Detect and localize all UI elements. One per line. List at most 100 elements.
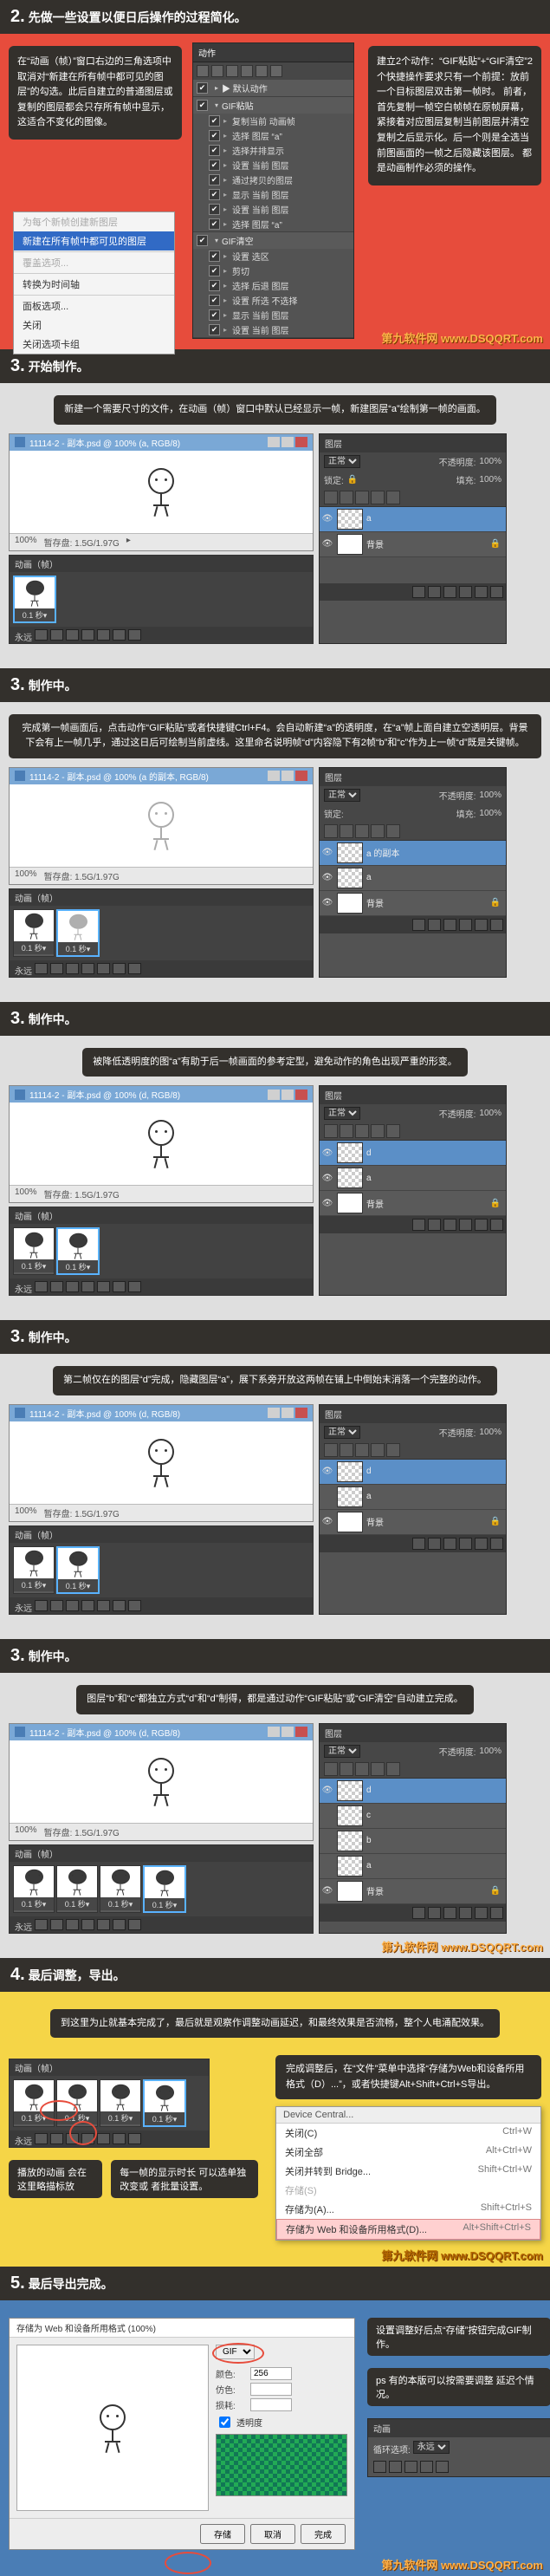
mask-icon[interactable] — [428, 586, 441, 598]
layer-c[interactable]: c — [320, 1804, 506, 1829]
prev-frame-icon[interactable] — [50, 629, 63, 641]
maximize-icon[interactable] — [281, 437, 294, 447]
step4-heading: 4.最后调整，导出。 — [0, 1958, 550, 1992]
next-frame-icon[interactable] — [420, 2461, 433, 2473]
animation-panel: 动画（帧） 0.1 秒▾ 永远 — [9, 555, 314, 644]
next-frame-icon[interactable] — [81, 629, 94, 641]
close-icon[interactable] — [295, 437, 307, 447]
step2-note-right: 建立2个动作：“GIF粘贴”+“GIF清空”2个快捷操作要求只有一个前提：放前一… — [368, 46, 541, 185]
save-for-web-dialog: 存储为 Web 和设备所用格式 (100%) GIF 颜色: 仿色: 损耗: 透… — [9, 2318, 355, 2550]
frame-2[interactable]: 0.1 秒▾ — [56, 909, 100, 957]
callout-delay: 每一帧的显示时长 可以选单独改变或 者批量设置。 — [111, 2160, 258, 2198]
export-preview — [16, 2345, 209, 2511]
document-window: 11114-2 - 副本.psd @ 100% (a, RGB/8) 100%暂… — [9, 433, 314, 551]
step5-body: 存储为 Web 和设备所用格式 (100%) GIF 颜色: 仿色: 损耗: 透… — [0, 2300, 550, 2576]
step3-note-0: 新建一个需要尺寸的文件，在动画（帧）窗口中默认已经显示一帧，新建图层“a”绘制第… — [54, 395, 495, 425]
layer-bg[interactable]: 👁背景🔒 — [320, 532, 506, 557]
menu-item-new-layer-visible[interactable]: 新建在所有帧中都可见的图层 — [14, 231, 174, 250]
menu-item[interactable]: 覆盖选项... — [14, 253, 174, 272]
actions-panel: 动作 ✔▸▶ 默认动作 ✔▾GIF粘贴 ✔▸复制当前 动画帧 ✔▸选择 图层 “… — [192, 42, 354, 339]
menu-save[interactable]: 存储(S) — [276, 2181, 540, 2200]
fx-icon[interactable] — [412, 586, 425, 598]
play-icon[interactable] — [404, 2461, 417, 2473]
menu-close[interactable]: 关闭(C)Ctrl+W — [276, 2124, 540, 2143]
new-layer-icon[interactable] — [475, 586, 488, 598]
frame-4[interactable]: 0.1 秒▾ — [143, 1865, 186, 1913]
animation-panel-menu[interactable]: 为每个新帧创建新图层 新建在所有帧中都可见的图层 覆盖选项... 转换为时间轴 … — [13, 211, 175, 355]
menu-item[interactable]: 面板选项... — [14, 296, 174, 315]
step5-heading: 5.最后导出完成。 — [0, 2267, 550, 2300]
highlight-circle — [69, 2121, 97, 2145]
menu-save-as[interactable]: 存储为(A)...Shift+Ctrl+S — [276, 2200, 540, 2219]
step5-note-2: ps 有的本版可以按需要调整 延迟个情况。 — [367, 2368, 550, 2406]
frame-3[interactable]: 0.1 秒▾ — [100, 1865, 141, 1913]
prev-frame-icon[interactable] — [389, 2461, 402, 2473]
step2-body: 在“动画（帧）”窗口右边的三角选项中取消对“新建在所有帧中都可见的图层”的勾选。… — [0, 34, 550, 349]
action-set-gif-clear[interactable]: ✔▾GIF清空 — [193, 232, 353, 249]
default-actions-folder[interactable]: ✔▸▶ 默认动作 — [193, 80, 353, 96]
dialog-title: 存储为 Web 和设备所用格式 (100%) — [16, 2321, 156, 2334]
done-button[interactable]: 完成 — [301, 2524, 346, 2544]
layer-d[interactable]: 👁d — [320, 1141, 506, 1166]
animation-tab[interactable]: 动画（帧） — [10, 556, 313, 572]
trash-icon[interactable] — [490, 586, 503, 598]
step5-note-1: 设置调整好后点“存储”按钮完成GIF制作。 — [367, 2318, 550, 2356]
adjust-icon[interactable] — [459, 586, 472, 598]
save-button[interactable]: 存储 — [200, 2524, 245, 2544]
highlight-circle — [212, 2343, 264, 2364]
layer-d[interactable]: 👁d — [320, 1779, 506, 1804]
new-frame-icon[interactable] — [113, 629, 126, 641]
step2-note-left: 在“动画（帧）”窗口右边的三角选项中取消对“新建在所有帧中都可见的图层”的勾选。… — [9, 46, 182, 140]
highlight-circle — [165, 2552, 211, 2574]
delete-frame-icon[interactable] — [128, 629, 141, 641]
step2-heading: 2.先做一些设置以便日后操作的过程简化。 — [0, 0, 550, 34]
doc-title: 11114-2 - 副本.psd @ 100% (a, RGB/8) — [29, 436, 180, 449]
menu-item[interactable]: 关闭选项卡组 — [14, 335, 174, 354]
layers-tab[interactable]: 图层 — [320, 434, 506, 452]
step3-heading-1: 3.制作中。 — [0, 668, 550, 702]
menu-item[interactable]: 关闭 — [14, 315, 174, 335]
layer-a-copy[interactable]: 👁a 的副本 — [320, 841, 506, 866]
frame-2[interactable]: 0.1 秒▾ — [56, 1865, 98, 1913]
frame-1[interactable]: 0.1 秒▾ — [13, 1865, 55, 1913]
callout-play: 播放的动画 会在这里略描标放 — [9, 2160, 102, 2198]
ps-icon — [15, 437, 25, 447]
menu-save-for-web[interactable]: 存储为 Web 和设备所用格式(D)...Alt+Shift+Ctrl+S — [276, 2219, 540, 2240]
step3-body-0: 新建一个需要尺寸的文件，在动画（帧）窗口中默认已经显示一帧，新建图层“a”绘制第… — [0, 383, 550, 668]
first-frame-icon[interactable] — [373, 2461, 386, 2473]
frame-1[interactable]: 0.1 秒▾ — [13, 909, 55, 957]
color-table — [216, 2434, 347, 2496]
layers-panel: 图层 正常不透明度:100% 锁定:🔒填充:100% 👁a 👁背景🔒 — [319, 433, 507, 644]
minimize-icon[interactable] — [268, 437, 280, 447]
animation-panel-final: 动画（帧） 0.1 秒▾ 0.1 秒▾ 0.1 秒▾ 0.1 秒▾ 永远 — [9, 2059, 210, 2148]
action-set-gif-paste[interactable]: ✔▾GIF粘贴 — [193, 97, 353, 114]
visibility-icon: 👁 — [321, 514, 333, 524]
character-drawing — [144, 468, 178, 516]
last-frame-icon[interactable] — [436, 2461, 449, 2473]
layer-a[interactable]: 👁a — [320, 866, 506, 891]
animation-loop-panel: 动画 循环选项:永远 — [367, 2418, 550, 2477]
colors-input[interactable] — [250, 2367, 292, 2380]
menu-item[interactable]: 为每个新帧创建新图层 — [14, 212, 174, 231]
loop-select[interactable]: 永远 — [413, 2441, 450, 2454]
menu-close-bridge[interactable]: 关闭并转到 Bridge...Shift+Ctrl+W — [276, 2162, 540, 2181]
menu-close-all[interactable]: 关闭全部Alt+Ctrl+W — [276, 2143, 540, 2162]
menu-item[interactable]: 转换为时间轴 — [14, 275, 174, 294]
tween-icon[interactable] — [97, 629, 110, 641]
layer-b[interactable]: b — [320, 1829, 506, 1854]
layer-a[interactable]: a — [320, 1854, 506, 1879]
watermark: 第九软件网 www.DSQQRT.com — [381, 329, 543, 346]
highlight-circle — [40, 2100, 78, 2121]
layer-a[interactable]: 👁a — [320, 507, 506, 532]
cancel-button[interactable]: 取消 — [250, 2524, 295, 2544]
blend-mode-select[interactable]: 正常 — [324, 455, 360, 468]
play-icon[interactable] — [66, 629, 79, 641]
transparency-checkbox[interactable] — [219, 2417, 230, 2428]
frame-1[interactable]: 0.1 秒▾ — [13, 576, 56, 623]
first-frame-icon[interactable] — [35, 629, 48, 641]
folder-icon[interactable] — [443, 586, 456, 598]
file-menu[interactable]: Device Central... 关闭(C)Ctrl+W 关闭全部Alt+Ct… — [275, 2106, 541, 2241]
step4-body: 到这里为止就基本完成了，最后就是观察作调整动画延迟，和最终效果是否流畅，整个人电… — [0, 1992, 550, 2267]
actions-toolbar[interactable] — [193, 62, 353, 80]
actions-tabs: 动作 — [193, 43, 353, 62]
